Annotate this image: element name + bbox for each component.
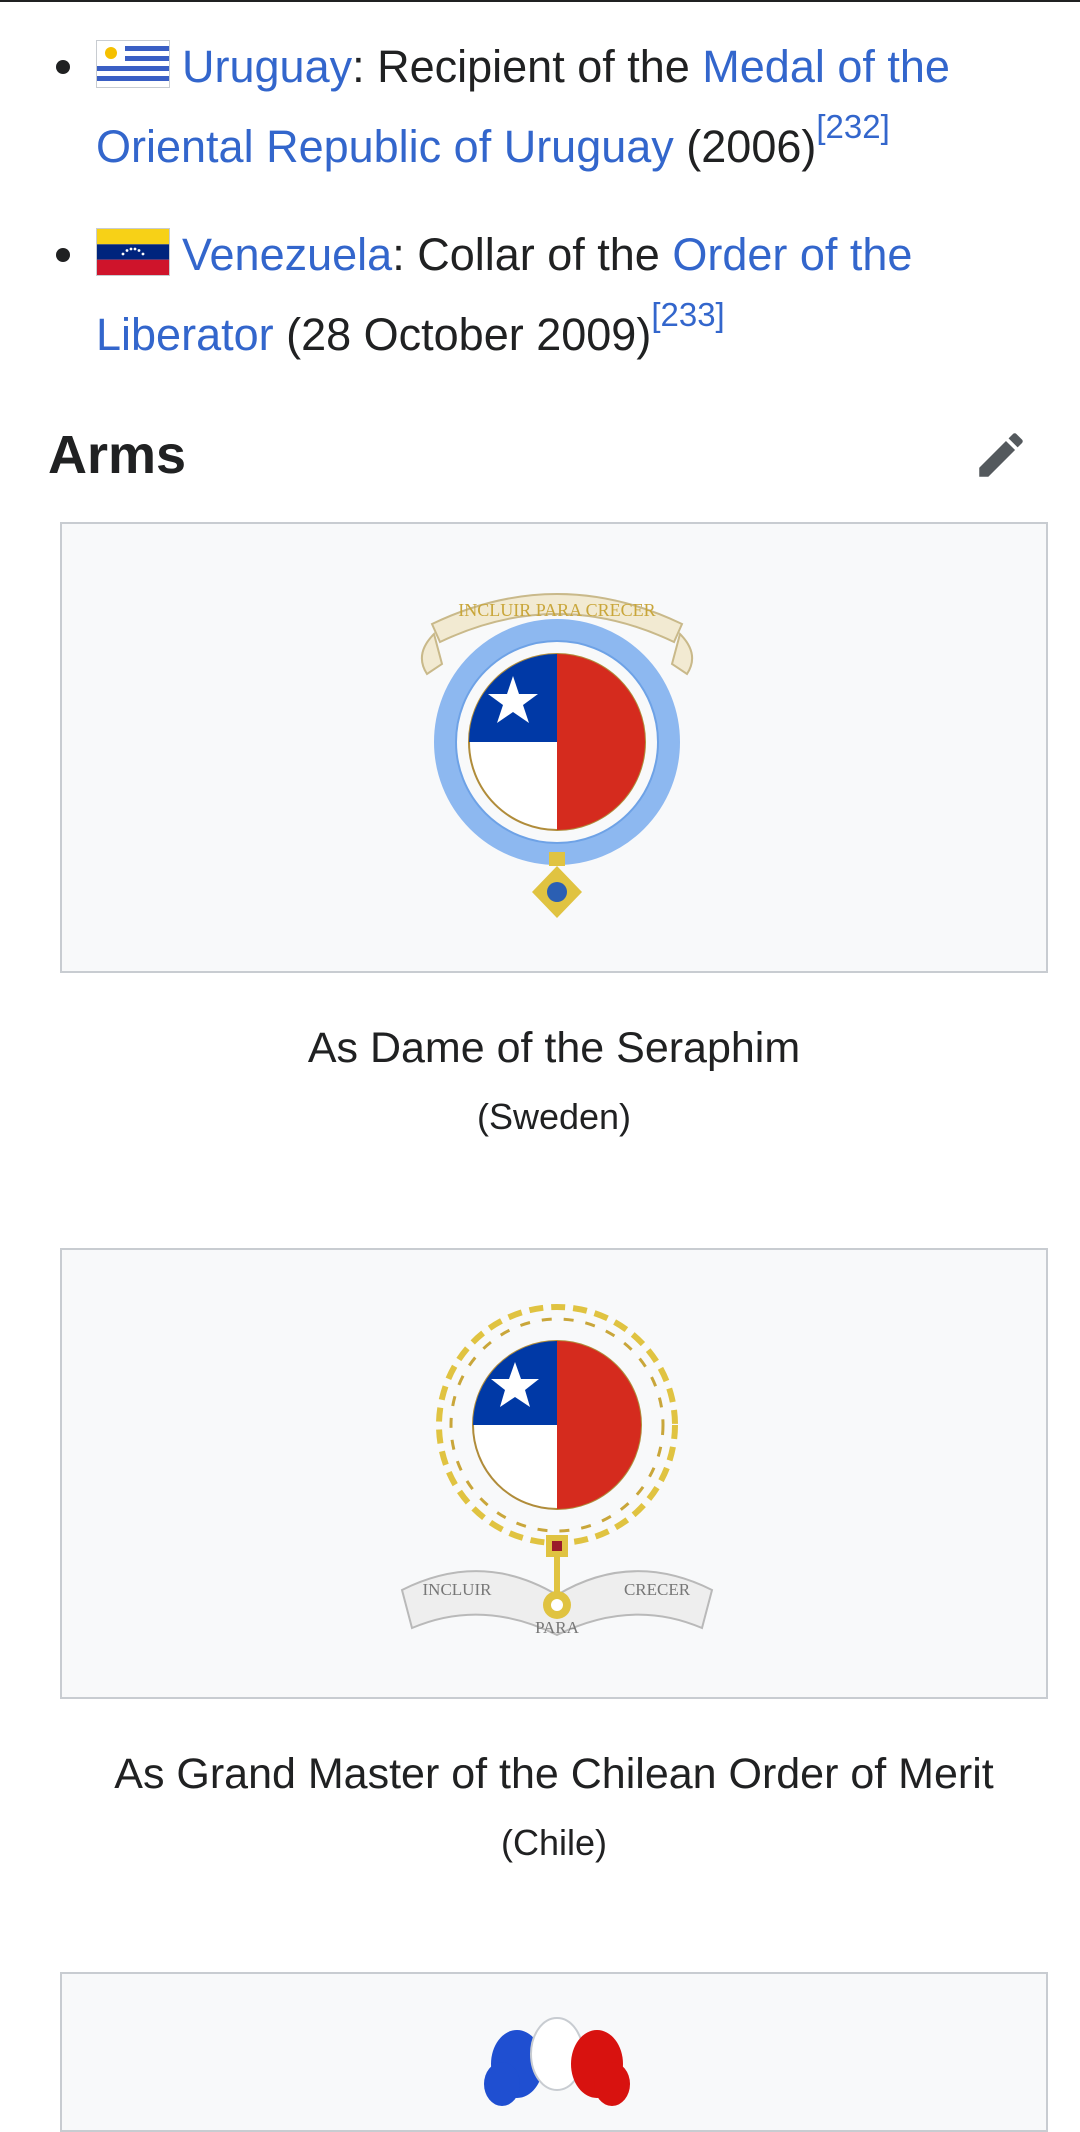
section-title: Arms — [48, 425, 187, 485]
gallery-image-order-of-merit[interactable]: INCLUIR PARA CRECER — [60, 1248, 1048, 1699]
ref-232-link[interactable]: [232] — [816, 108, 889, 145]
list-item-venezuela: Venezuela: Collar of the Order of the Li… — [56, 215, 1026, 375]
scroll-center-text: PARA — [535, 1618, 580, 1637]
caption-title: As Grand Master of the Chilean Order of … — [114, 1750, 994, 1798]
caption-subtitle: (Sweden) — [476, 1096, 632, 1137]
section-heading-arms: Arms — [48, 420, 1038, 490]
gallery-image-plumes[interactable] — [60, 1972, 1048, 2132]
plumes-image — [484, 2017, 630, 2106]
pencil-icon[interactable] — [972, 426, 1030, 484]
text-venezuela-sep: : Collar of the — [392, 229, 673, 280]
top-divider — [0, 0, 1080, 2]
bullet-dot — [56, 248, 70, 262]
list-item-uruguay: Uruguay: Recipient of the Medal of the O… — [56, 27, 1026, 187]
uruguay-flag-icon — [96, 40, 170, 88]
text-uruguay-year: (2006) — [673, 121, 817, 172]
scroll-right-text: CRECER — [624, 1580, 691, 1599]
gallery-image-seraphim[interactable]: INCLUIR PARA CRECER — [60, 522, 1048, 973]
text-venezuela-date: (28 October 2009) — [273, 309, 652, 360]
ref-233-link[interactable]: [233] — [651, 296, 724, 333]
venezuela-flag-icon — [96, 228, 170, 276]
coat-of-arms-order-of-merit-image: INCLUIR PARA CRECER — [400, 1304, 714, 1637]
text-uruguay-sep: : Recipient of the — [352, 41, 703, 92]
bullet-dot — [56, 60, 70, 74]
caption-seraphim: As Dame of the Seraphim (Sweden) — [60, 1018, 1048, 1142]
scroll-left-text: INCLUIR — [423, 1580, 493, 1599]
scroll-motto-seraphim: INCLUIR PARA CRECER — [458, 600, 655, 620]
link-uruguay[interactable]: Uruguay — [182, 41, 352, 92]
link-venezuela[interactable]: Venezuela — [182, 229, 392, 280]
caption-subtitle: (Chile) — [500, 1822, 607, 1863]
coat-of-arms-seraphim-image: INCLUIR PARA CRECER — [420, 593, 694, 918]
caption-title: As Dame of the Seraphim — [307, 1024, 801, 1072]
caption-order-of-merit: As Grand Master of the Chilean Order of … — [60, 1744, 1048, 1868]
